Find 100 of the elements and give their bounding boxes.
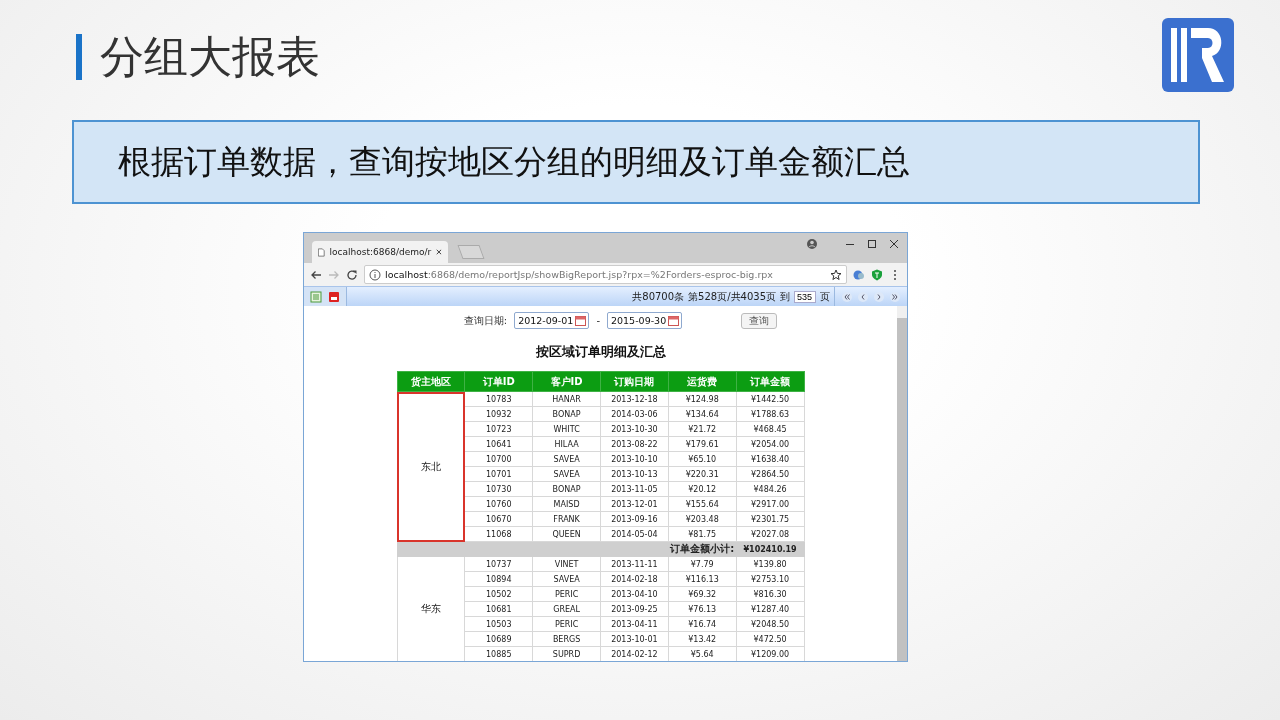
table-cell: WHITC: [532, 421, 601, 437]
table-cell: BONAP: [532, 481, 601, 497]
tab-title: localhost:6868/demo/r: [329, 247, 432, 257]
table-cell: ¥2917.00: [736, 496, 804, 512]
first-page-icon[interactable]: [841, 290, 853, 303]
table-cell: HANAR: [532, 391, 601, 407]
table-cell: ¥472.50: [736, 631, 804, 647]
report-title: 按区域订单明细及汇总: [534, 343, 667, 361]
table-cell: ¥2048.50: [736, 616, 804, 632]
table-cell: ¥7.79: [668, 556, 737, 572]
table-cell: 10502: [464, 586, 533, 602]
shield-icon[interactable]: [871, 268, 883, 281]
table-cell: ¥155.64: [668, 496, 737, 512]
logo-icon: [1162, 18, 1234, 92]
table-cell: 10701: [464, 466, 533, 482]
reload-icon[interactable]: [346, 268, 358, 281]
page-icon: [318, 246, 325, 258]
table-cell: FRANK: [532, 511, 601, 527]
last-page-icon[interactable]: [889, 290, 901, 303]
table-cell: ¥134.64: [668, 406, 737, 422]
table-cell: 10670: [464, 511, 533, 527]
table-cell: ¥1788.63: [736, 406, 804, 422]
address-bar[interactable]: localhost:6868/demo/reportJsp/showBigReport.jsp?rpx=%2Forders-esproc-big.rpx: [364, 265, 847, 284]
previous-page-icon[interactable]: [857, 290, 869, 303]
table-cell: ¥2753.10: [736, 571, 804, 587]
table-cell: 2013-10-13: [600, 466, 669, 482]
column-header: 运货费: [668, 371, 737, 392]
table-cell: 2013-10-10: [600, 451, 669, 467]
record-count: 共80700条: [632, 289, 685, 304]
table-cell: ¥2054.00: [736, 436, 804, 452]
table-cell: 10894: [464, 571, 533, 587]
table-cell: PERIC: [532, 616, 601, 632]
table-cell: 2013-09-16: [600, 511, 669, 527]
start-date-field[interactable]: 2012-09-01: [514, 312, 590, 329]
table-cell: 10760: [464, 496, 533, 512]
table-cell: 2013-10-30: [600, 421, 669, 437]
table-cell: ¥1287.40: [736, 601, 804, 617]
table-cell: ¥81.75: [668, 526, 737, 542]
table-cell: ¥116.13: [668, 571, 737, 587]
table-cell: 2013-11-11: [600, 556, 669, 572]
table-cell: 2013-09-25: [600, 601, 669, 617]
query-date-label: 查询日期:: [463, 313, 508, 328]
table-cell: 2013-10-01: [600, 631, 669, 647]
next-page-icon[interactable]: [873, 290, 885, 303]
end-date-field[interactable]: 2015-09-30: [607, 312, 683, 329]
table-cell: BONAP: [532, 406, 601, 422]
table-cell: ¥1442.50: [736, 391, 804, 407]
table-cell: 10641: [464, 436, 533, 452]
close-icon[interactable]: [436, 248, 442, 256]
table-cell: SAVEA: [532, 571, 601, 587]
maximize-icon[interactable]: [865, 237, 879, 251]
table-cell: ¥2864.50: [736, 466, 804, 482]
query-button[interactable]: 查询: [741, 312, 778, 329]
profile-icon[interactable]: [805, 237, 819, 251]
table-cell: 10700: [464, 451, 533, 467]
table-cell: ¥2027.08: [736, 526, 804, 542]
table-cell: 10737: [464, 556, 533, 572]
page-input[interactable]: 535: [794, 290, 816, 303]
table-cell: 2013-04-11: [600, 616, 669, 632]
spreadsheet-icon[interactable]: [310, 290, 322, 303]
column-header: 客户ID: [532, 371, 601, 392]
back-arrow-icon[interactable]: [310, 268, 322, 281]
table-cell: ¥468.45: [736, 421, 804, 437]
table-cell: SAVEA: [532, 466, 601, 482]
table-cell: PERIC: [532, 586, 601, 602]
column-header: 订购日期: [600, 371, 669, 392]
table-cell: BERGS: [532, 631, 601, 647]
table-cell: ¥76.13: [668, 601, 737, 617]
table-cell: 2013-08-22: [600, 436, 669, 452]
region-cell: 东北: [397, 391, 465, 542]
goto-label: 到: [780, 289, 790, 304]
table-cell: ¥179.61: [668, 436, 737, 452]
table-cell: QUEEN: [532, 526, 601, 542]
table-cell: 10681: [464, 601, 533, 617]
table-cell: 2014-03-06: [600, 406, 669, 422]
column-header: 订单ID: [464, 371, 533, 392]
slide-title: 分组大报表: [100, 29, 321, 84]
table-cell: ¥484.26: [736, 481, 804, 497]
table-cell: ¥816.30: [736, 586, 804, 602]
page-info: 第528页/共4035页: [688, 289, 776, 304]
extension-icon[interactable]: [853, 268, 865, 281]
table-cell: 11068: [464, 526, 533, 542]
table-cell: GREAL: [532, 601, 601, 617]
region-cell: 华东: [397, 556, 465, 661]
close-icon[interactable]: [887, 237, 901, 251]
column-header: 订单金额: [736, 371, 804, 392]
table-cell: 2014-02-18: [600, 571, 669, 587]
banner-text: 根据订单数据，查询按地区分组的明细及订单金额汇总: [118, 140, 910, 183]
calendar-icon[interactable]: [668, 315, 680, 326]
scrollbar[interactable]: [897, 306, 907, 661]
table-cell: 2013-04-10: [600, 586, 669, 602]
table-cell: ¥13.42: [668, 631, 737, 647]
table-cell: 2013-11-05: [600, 481, 669, 497]
star-icon[interactable]: [830, 268, 842, 281]
column-header: 货主地区: [397, 371, 465, 392]
table-cell: 10689: [464, 631, 533, 647]
calendar-icon[interactable]: [575, 315, 587, 326]
table-cell: ¥69.32: [668, 586, 737, 602]
browser-tab[interactable]: localhost:6868/demo/r: [312, 241, 448, 263]
document-icon[interactable]: [328, 290, 340, 303]
